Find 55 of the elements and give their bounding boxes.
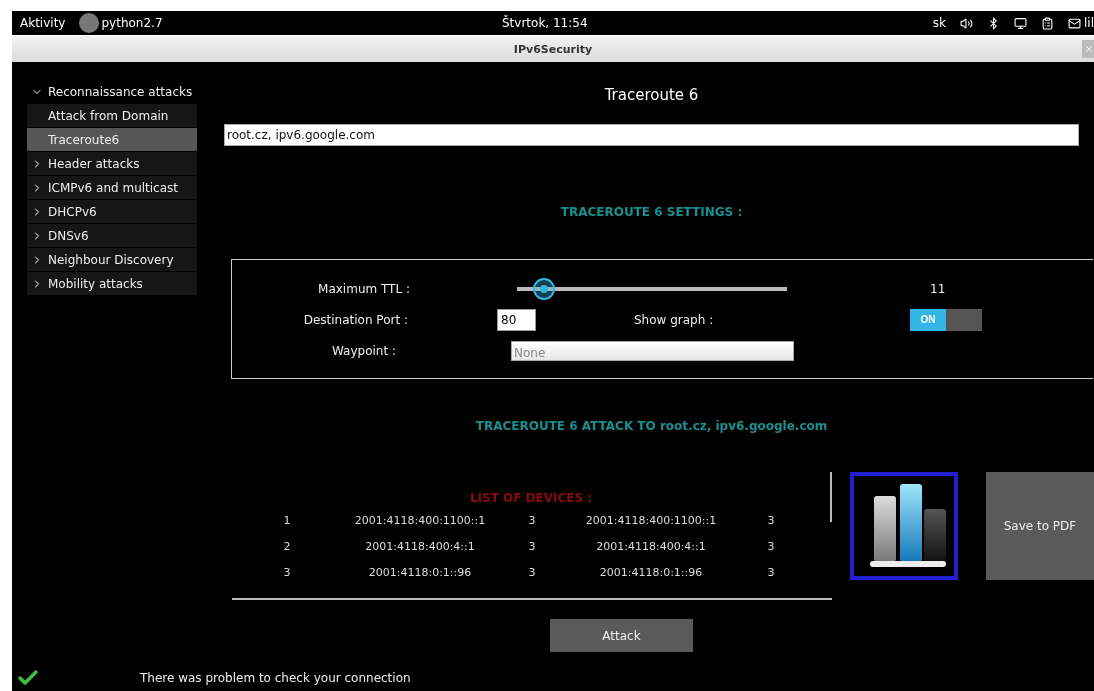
table-cell: 1	[283, 513, 291, 527]
status-message: There was problem to check your connection	[140, 671, 411, 685]
settings-heading: TRACEROUTE 6 SETTINGS :	[559, 204, 744, 220]
port-field[interactable]: 80	[497, 308, 536, 331]
table-cell: 2001:4118:400:4::1	[365, 539, 475, 553]
clock[interactable]: Štvrtok, 11:54	[502, 16, 588, 30]
sidebar-item[interactable]: DHCPv6	[27, 200, 197, 223]
table-cell: 2001:4118:400:1100::1	[585, 513, 717, 527]
field-label: Show graph :	[634, 312, 714, 327]
targets-field[interactable]: root.cz, ipv6.google.com	[224, 124, 1079, 146]
network-icon[interactable]	[1014, 16, 1027, 30]
app-icon	[79, 13, 100, 33]
table-cell: 2001:4118:0:1::96	[368, 565, 472, 579]
graph-button[interactable]	[850, 472, 958, 580]
field-label: Waypoint :	[331, 343, 396, 358]
sidebar-item[interactable]: Attack from Domain	[27, 104, 197, 127]
field-label: Maximum TTL :	[317, 281, 410, 296]
table-cell: 3	[767, 513, 775, 527]
table-cell: 2001:4118:0:1::96	[599, 565, 703, 579]
save-pdf-button[interactable]: Save to PDF	[986, 472, 1094, 580]
table-cell: 3	[528, 513, 536, 527]
slider-thumb[interactable]	[533, 277, 555, 300]
message-icon[interactable]	[1068, 16, 1081, 30]
table-cell: 3	[528, 565, 536, 579]
table-cell: 2001:4118:400:1100::1	[354, 513, 486, 527]
table-cell: 3	[283, 565, 291, 579]
app-name[interactable]: python2.7	[101, 16, 163, 30]
field-label: Destination Port :	[302, 312, 408, 327]
table-cell: 2001:4118:400:4::1	[596, 539, 706, 553]
activities-button[interactable]: Aktivity	[20, 16, 66, 30]
attack-button[interactable]: Attack	[550, 619, 693, 652]
table-cell: 3	[767, 539, 775, 553]
attack-heading: TRACEROUTE 6 ATTACK TO root.cz, ipv6.google.com	[474, 418, 829, 434]
language-indicator[interactable]: sk	[932, 16, 946, 30]
sidebar-item[interactable]: Traceroute6	[27, 128, 197, 151]
ttl-value: 11	[930, 281, 946, 296]
sidebar-item[interactable]: Header attacks	[27, 152, 197, 175]
user-name[interactable]: lil	[1084, 16, 1094, 30]
waypoint-field[interactable]: None	[511, 340, 794, 361]
table-cell: 2	[283, 539, 291, 553]
clipboard-icon[interactable]	[1041, 16, 1054, 30]
bluetooth-icon[interactable]	[987, 16, 1000, 30]
window-title: IPv6Security	[513, 42, 593, 56]
table-cell: 3	[767, 565, 775, 579]
scrollbar[interactable]	[830, 472, 832, 522]
sidebar-item[interactable]: ICMPv6 and multicast	[27, 176, 197, 199]
list-heading: LIST OF DEVICES :	[468, 490, 594, 506]
sidebar-item[interactable]: Mobility attacks	[27, 272, 197, 295]
table-cell: 3	[528, 539, 536, 553]
close-icon	[1084, 44, 1094, 54]
ttl-slider[interactable]	[517, 276, 787, 301]
sidebar-item[interactable]: DNSv6	[27, 224, 197, 247]
page-title: Traceroute 6	[603, 85, 700, 106]
volume-icon[interactable]	[960, 16, 973, 30]
sidebar-item[interactable]: Neighbour Discovery	[27, 248, 197, 271]
